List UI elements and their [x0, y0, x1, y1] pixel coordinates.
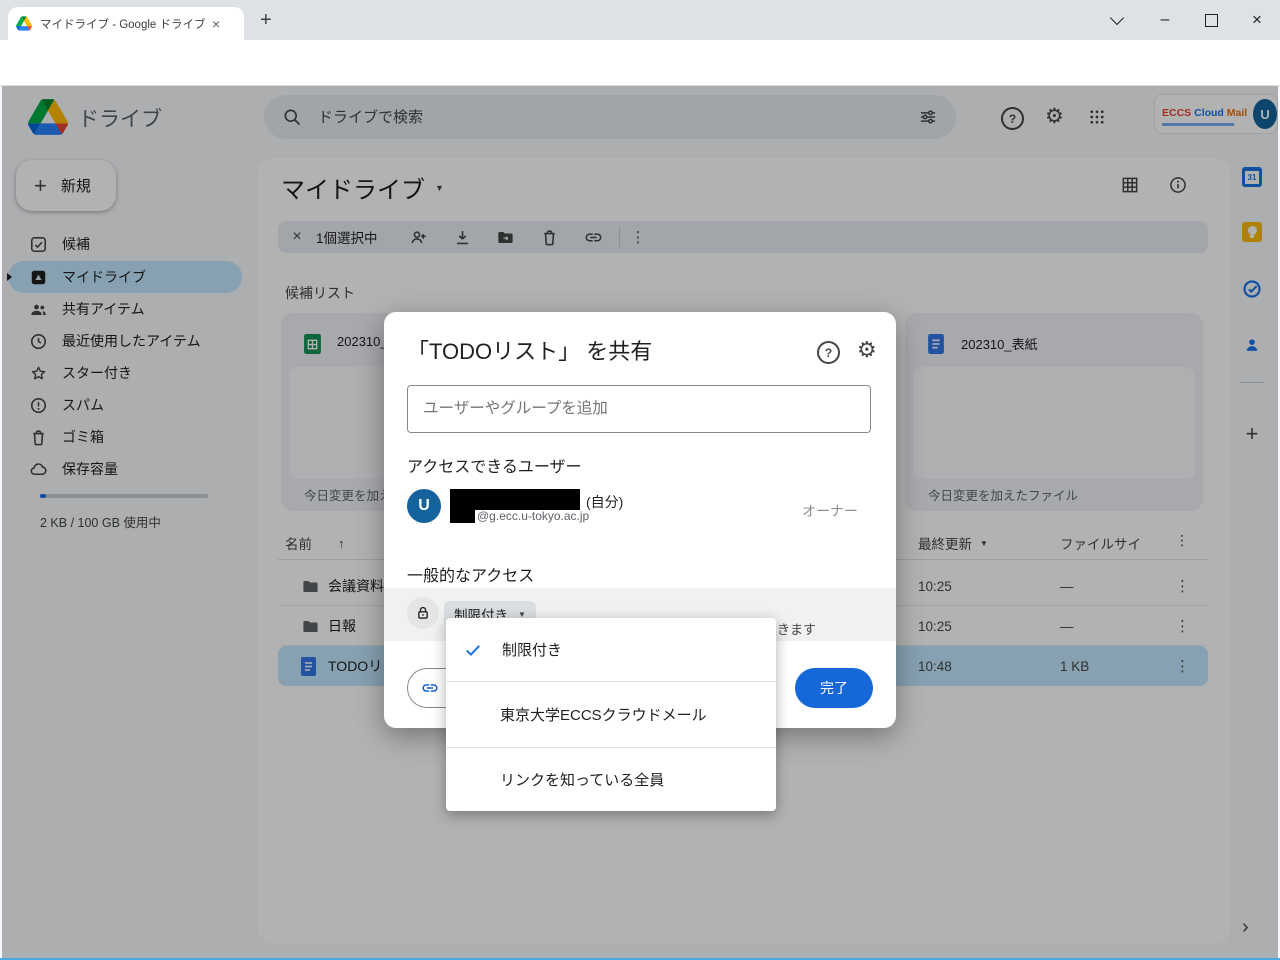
owner-avatar: U	[407, 489, 441, 523]
redacted-owner-email	[450, 510, 475, 523]
browser-window: マイドライブ - Google ドライブ × + – × ← → drive.g…	[0, 0, 1280, 960]
owner-role-label: オーナー	[802, 503, 858, 519]
menu-item-anyone-with-link[interactable]: リンクを知っている全員	[446, 748, 776, 811]
browser-toolbar: ← → drive.google.com/drive/my-drive ☆ U …	[0, 40, 1280, 118]
menu-item-eccs-domain[interactable]: 東京大学ECCSクラウドメール	[446, 682, 776, 747]
access-description-partial: きます	[777, 622, 817, 637]
dialog-settings-gear-icon[interactable]: ⚙	[857, 337, 877, 363]
add-people-input[interactable]	[407, 385, 871, 433]
tab-title: マイドライブ - Google ドライブ	[40, 18, 206, 31]
browser-tab[interactable]: マイドライブ - Google ドライブ ×	[8, 7, 244, 40]
dialog-title: 「TODOリスト」 を共有	[407, 339, 653, 364]
minimize-button[interactable]: –	[1150, 8, 1180, 32]
general-access-heading: 一般的なアクセス	[407, 568, 535, 585]
tab-search-chevron-icon[interactable]	[1102, 8, 1132, 32]
restricted-lock-icon	[407, 597, 439, 629]
done-button[interactable]: 完了	[795, 668, 873, 708]
close-window-button[interactable]: ×	[1242, 8, 1272, 32]
owner-self-label: (自分)	[586, 494, 624, 510]
tab-close-icon[interactable]: ×	[212, 17, 220, 31]
owner-email-suffix: @g.ecc.u-tokyo.ac.jp	[477, 509, 590, 523]
redacted-owner-name	[450, 489, 580, 510]
people-with-access-heading: アクセスできるユーザー	[407, 459, 582, 476]
dialog-help-icon[interactable]: ?	[817, 341, 840, 364]
selected-check-icon	[466, 644, 480, 656]
access-level-menu: 制限付き 東京大学ECCSクラウドメール リンクを知っている全員	[446, 618, 776, 811]
link-icon	[422, 684, 438, 692]
new-tab-button[interactable]: +	[260, 10, 272, 30]
browser-titlebar: マイドライブ - Google ドライブ × + – ×	[0, 0, 1280, 40]
drive-favicon-icon	[16, 16, 32, 31]
menu-item-restricted[interactable]: 制限付き	[446, 618, 776, 681]
maximize-button[interactable]	[1196, 8, 1226, 32]
